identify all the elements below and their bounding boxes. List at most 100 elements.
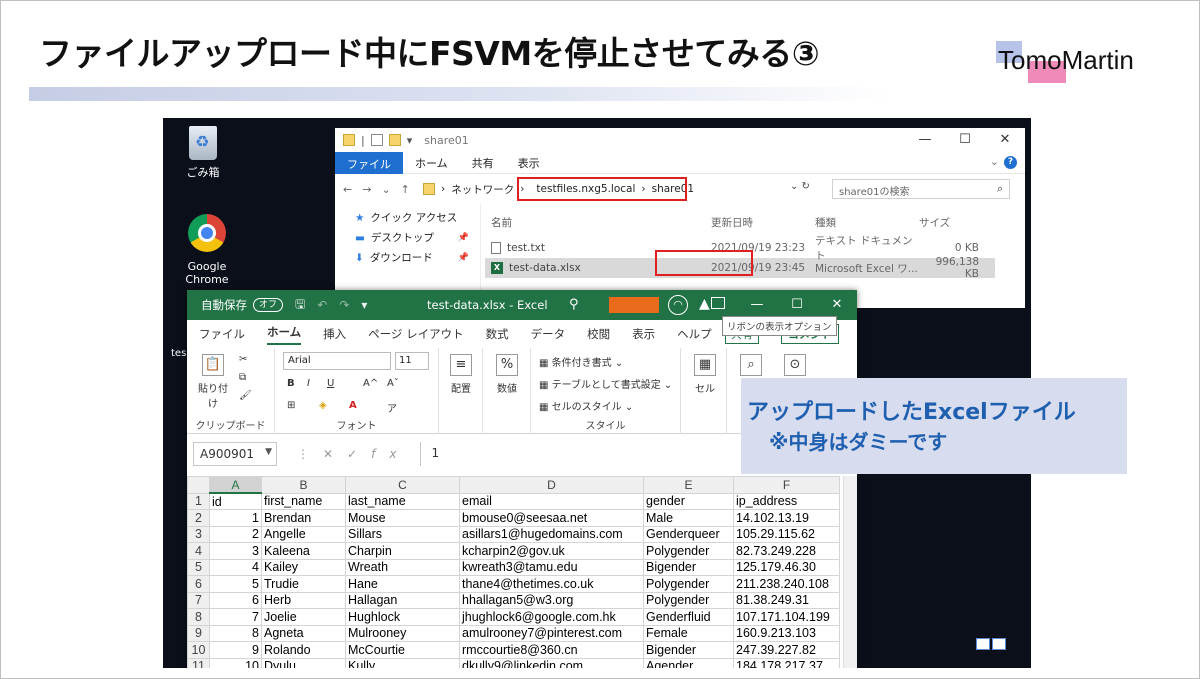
cell[interactable]: 6 [209, 591, 262, 609]
row-header[interactable]: 11 [187, 657, 210, 668]
grow-font-button[interactable]: A^ [363, 378, 378, 389]
cell[interactable]: 5 [209, 575, 262, 593]
tab-home[interactable]: ホーム [267, 324, 302, 345]
paste-button[interactable]: 📋 貼り付け [195, 354, 231, 410]
desktop-icon-label[interactable]: tes [171, 348, 186, 359]
nav-item-downloads[interactable]: ⬇ ダウンロード 📌 [335, 248, 475, 268]
cell[interactable]: Hughlock [345, 608, 460, 626]
cell[interactable]: asillars1@hugedomains.com [459, 525, 644, 543]
cell[interactable]: Bigender [643, 558, 734, 576]
cell[interactable]: Polygender [643, 542, 734, 560]
cell[interactable]: id [209, 492, 262, 510]
properties-icon[interactable] [370, 134, 383, 146]
cell[interactable]: Polygender [643, 575, 734, 593]
cell[interactable]: kwreath3@tamu.edu [459, 558, 644, 576]
tab-file[interactable]: ファイル [335, 151, 403, 174]
back-arrow-icon[interactable]: ← [343, 183, 352, 196]
cell[interactable]: amulrooney7@pinterest.com [459, 624, 644, 642]
font-color-icon[interactable]: A [349, 400, 357, 411]
tab-formulas[interactable]: 数式 [486, 326, 509, 342]
row-header[interactable]: 10 [187, 641, 210, 659]
cell[interactable]: Mulrooney [345, 624, 460, 642]
bold-button[interactable]: B [287, 378, 295, 389]
tab-page-layout[interactable]: ページ レイアウト [368, 326, 463, 342]
row-header[interactable]: 2 [187, 509, 210, 527]
row-header[interactable]: 5 [187, 558, 210, 576]
cell[interactable]: Polygender [643, 591, 734, 609]
cell[interactable]: Agneta [261, 624, 346, 642]
details-view-icon[interactable] [976, 638, 990, 650]
cell[interactable]: thane4@thetimes.co.uk [459, 575, 644, 593]
cell[interactable]: Sillars [345, 525, 460, 543]
cell[interactable]: 4 [209, 558, 262, 576]
help-icon[interactable]: ? [1004, 156, 1017, 169]
name-box[interactable]: A900901 ▼ [193, 442, 277, 466]
cell[interactable]: 125.179.46.30 [733, 558, 840, 576]
cell[interactable]: Hallagan [345, 591, 460, 609]
cell[interactable]: email [459, 492, 644, 510]
row-header[interactable]: 4 [187, 542, 210, 560]
vertical-scrollbar[interactable] [843, 476, 857, 668]
cell[interactable]: Mouse [345, 509, 460, 527]
cell[interactable]: jhughlock6@google.com.hk [459, 608, 644, 626]
underline-button[interactable]: U [327, 378, 334, 389]
fill-color-icon[interactable]: ◈ [319, 400, 327, 411]
chevron-down-icon[interactable]: ▼ [265, 447, 272, 457]
alignment-button[interactable]: ≡ 配置 [443, 354, 479, 395]
row-header[interactable]: 9 [187, 624, 210, 642]
search-icon[interactable]: ⚲ [569, 297, 579, 312]
column-header[interactable]: F [733, 476, 840, 494]
cell[interactable]: Rolando [261, 641, 346, 659]
tab-view[interactable]: 表示 [506, 155, 552, 171]
new-folder-icon[interactable] [388, 134, 401, 146]
cell[interactable]: Hane [345, 575, 460, 593]
row-header[interactable]: 7 [187, 591, 210, 609]
cell[interactable]: first_name [261, 492, 346, 510]
cell-styles-button[interactable]: ▦ セルのスタイル ⌄ [539, 398, 633, 413]
cell[interactable]: 82.73.249.228 [733, 542, 840, 560]
autosave-toggle[interactable]: オフ [253, 298, 284, 312]
font-size-select[interactable]: 11 [395, 352, 429, 370]
nav-item-desktop[interactable]: ▬ デスクトップ 📌 [335, 228, 475, 248]
cell[interactable]: rmccourtie8@360.cn [459, 641, 644, 659]
italic-button[interactable]: I [307, 378, 310, 389]
cell[interactable]: 9 [209, 641, 262, 659]
cell[interactable]: Genderfluid [643, 608, 734, 626]
column-date[interactable]: 更新日時 [711, 215, 815, 230]
cell[interactable]: 160.9.213.103 [733, 624, 840, 642]
tab-insert[interactable]: 挿入 [323, 326, 346, 342]
cell[interactable]: Wreath [345, 558, 460, 576]
cell[interactable]: Charpin [345, 542, 460, 560]
desktop-icon-recycle-bin[interactable]: ごみ箱 [183, 126, 223, 180]
select-all-corner[interactable] [187, 476, 210, 494]
cell[interactable]: 3 [209, 542, 262, 560]
breadcrumb-network[interactable]: ネットワーク [451, 182, 514, 197]
tab-data[interactable]: データ [531, 326, 566, 342]
undo-icon[interactable]: ↶ [317, 298, 327, 312]
row-header[interactable]: 1 [187, 492, 210, 510]
cell[interactable]: hhallagan5@w3.org [459, 591, 644, 609]
chevron-down-icon[interactable]: ⌄ [990, 155, 999, 168]
cells-button[interactable]: ▦ セル [687, 354, 723, 395]
user-avatar-icon[interactable]: ◠ [668, 295, 688, 315]
cell[interactable]: Joelie [261, 608, 346, 626]
row-header[interactable]: 6 [187, 575, 210, 593]
column-size[interactable]: サイズ [919, 215, 979, 230]
cell[interactable]: bmouse0@seesaa.net [459, 509, 644, 527]
format-as-table-button[interactable]: ▦ テーブルとして書式設定 ⌄ [539, 376, 672, 391]
column-type[interactable]: 種類 [815, 215, 919, 230]
cell[interactable]: 105.29.115.62 [733, 525, 840, 543]
cell[interactable]: Herb [261, 591, 346, 609]
conditional-format-button[interactable]: ▦ 条件付き書式 ⌄ [539, 354, 623, 369]
cell[interactable]: 184.178.217.37 [733, 657, 840, 668]
forward-arrow-icon[interactable]: → [362, 183, 371, 196]
cell[interactable]: Brendan [261, 509, 346, 527]
cell[interactable]: kcharpin2@gov.uk [459, 542, 644, 560]
cell[interactable]: Agender [643, 657, 734, 668]
column-name[interactable]: 名前 [485, 215, 711, 230]
minimize-icon[interactable]: — [905, 128, 945, 152]
cell[interactable]: Dyulu [261, 657, 346, 668]
ribbon-display-options-icon[interactable] [711, 297, 725, 309]
tab-file[interactable]: ファイル [199, 326, 245, 342]
cell[interactable]: 107.171.104.199 [733, 608, 840, 626]
